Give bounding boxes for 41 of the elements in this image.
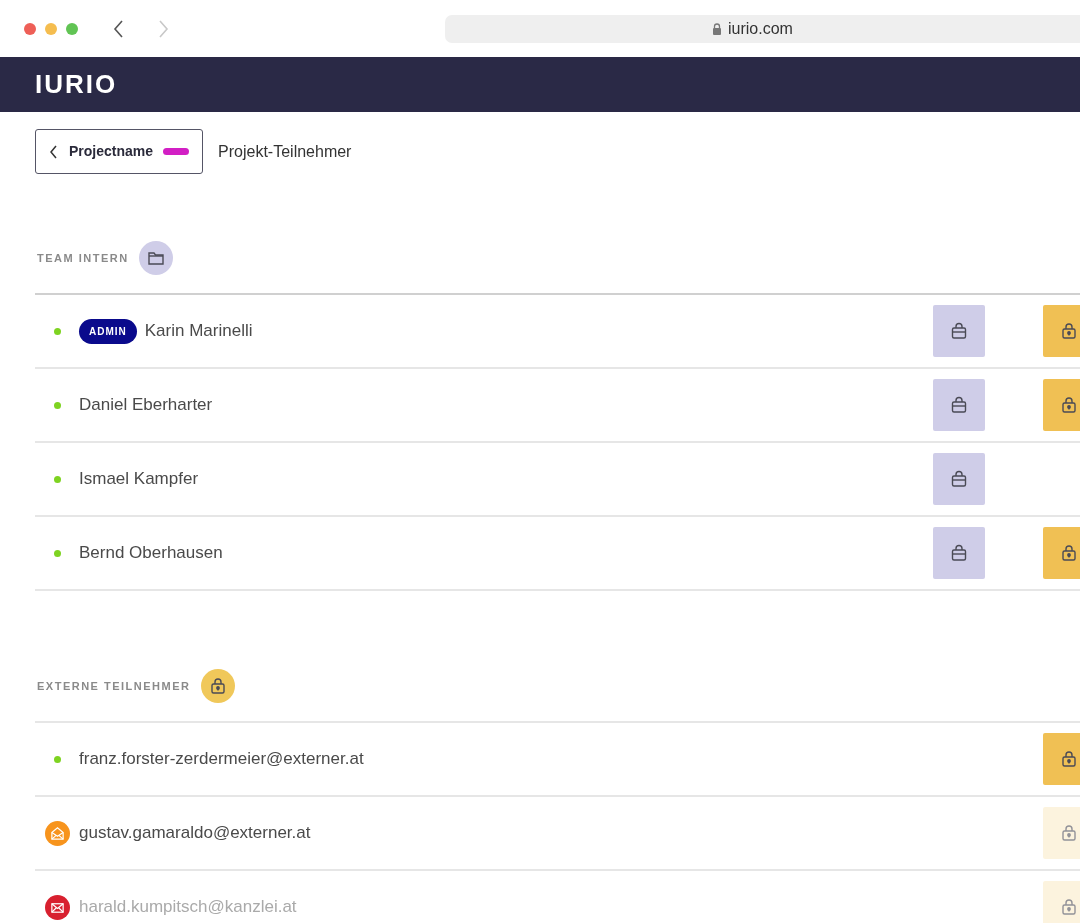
lock-icon — [1059, 823, 1079, 843]
project-tag — [163, 148, 190, 155]
forward-icon[interactable] — [156, 18, 170, 39]
member-email: franz.forster-zerdermeier@externer.at — [79, 748, 364, 771]
briefcase-button[interactable] — [933, 305, 985, 357]
briefcase-icon — [949, 395, 969, 415]
window-control[interactable] — [24, 22, 36, 35]
back-button[interactable]: Projectname — [35, 129, 204, 174]
lock-icon — [1059, 897, 1079, 917]
briefcase-button[interactable] — [933, 527, 985, 579]
lock-button[interactable] — [1043, 527, 1080, 579]
window-control[interactable] — [45, 22, 57, 35]
lock-button[interactable] — [1043, 733, 1080, 785]
member-email: gustav.gamaraldo@externer.at — [79, 822, 311, 845]
briefcase-icon — [949, 469, 969, 489]
admin-badge: ADMIN — [79, 318, 137, 344]
chevron-left-icon — [49, 144, 59, 159]
lock-icon — [1059, 543, 1079, 563]
member-name: Bernd Oberhausen — [79, 542, 223, 565]
window-control[interactable] — [66, 22, 78, 35]
back-icon[interactable] — [112, 18, 126, 39]
section-title: EXTERNE TEILNEHMER — [37, 678, 191, 694]
lock-icon — [1059, 749, 1079, 769]
lock-button[interactable] — [1043, 305, 1080, 357]
lock-button[interactable] — [1043, 379, 1080, 431]
lock-icon — [712, 23, 722, 35]
logo[interactable]: IURIO — [35, 65, 118, 104]
page-title: Projekt-Teilnehmer — [218, 141, 352, 162]
briefcase-button[interactable] — [933, 379, 985, 431]
address-bar[interactable]: iurio.com — [445, 15, 1080, 43]
briefcase-button[interactable] — [933, 453, 985, 505]
member-email: harald.kumpitsch@kanzlei.at — [79, 896, 297, 919]
lock-icon — [1059, 395, 1079, 415]
member-name: Daniel Eberharter — [79, 394, 213, 417]
url-text: iurio.com — [728, 19, 793, 39]
briefcase-icon — [949, 543, 969, 563]
member-name: Karin Marinelli — [144, 320, 253, 343]
lock-icon — [1059, 321, 1079, 341]
section-title: TEAM INTERN — [37, 250, 129, 266]
briefcase-icon — [949, 321, 969, 341]
member-name: Ismael Kampfer — [79, 468, 199, 491]
